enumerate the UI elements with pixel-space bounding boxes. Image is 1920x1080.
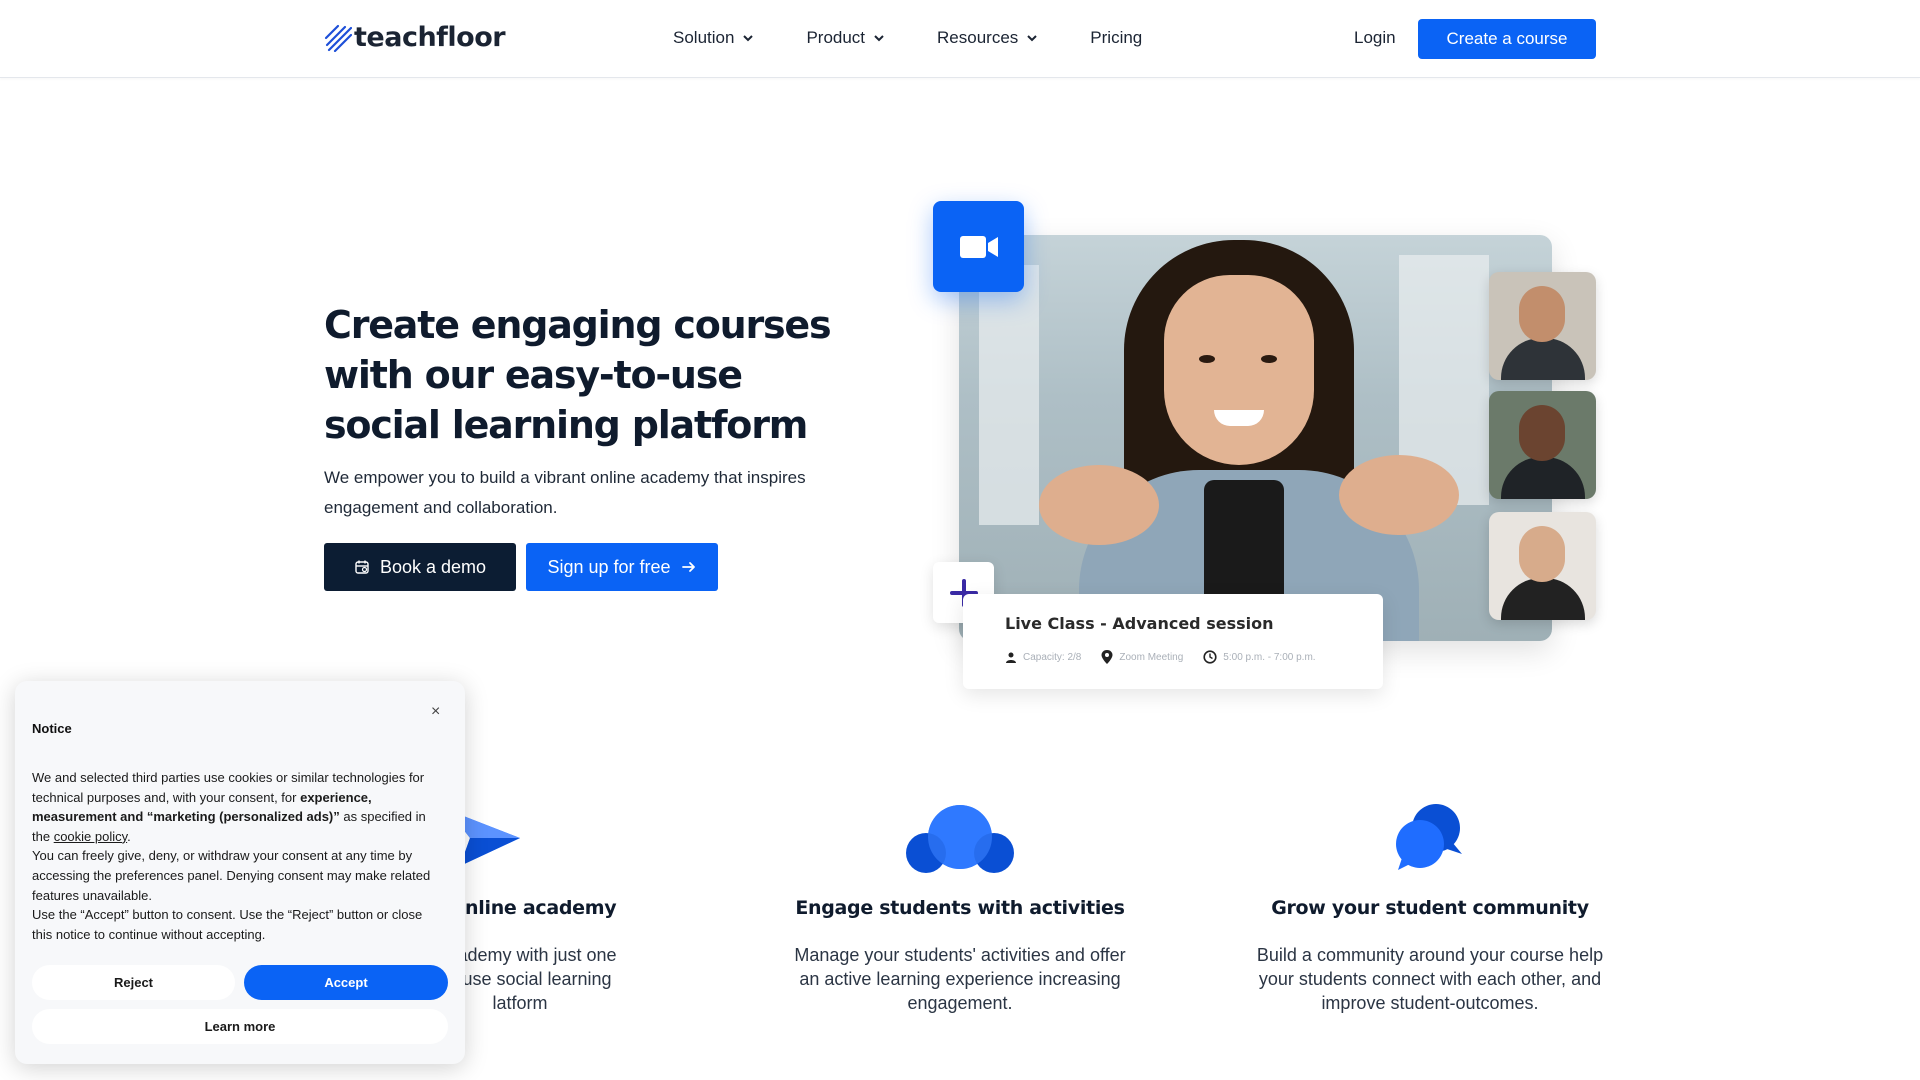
notice-text: You can freely give, deny, or withdraw y…: [32, 848, 431, 903]
nav-product[interactable]: Product: [806, 28, 885, 48]
nav-product-label: Product: [806, 28, 866, 47]
time-meta: 5:00 p.m. - 7:00 p.m.: [1203, 650, 1316, 664]
hero-subtitle-line: engagement and collaboration.: [324, 498, 558, 517]
nav-resources[interactable]: Resources: [937, 28, 1038, 48]
participant-body: [1501, 457, 1585, 499]
feature-description: Manage your students' activities and off…: [770, 943, 1150, 1015]
chevron-down-icon: [743, 35, 754, 42]
group-bubbles-icon: [906, 805, 1014, 873]
background-shelf: [979, 265, 1039, 525]
participant-thumbnail: [1489, 272, 1596, 380]
signup-label: Sign up for free: [547, 556, 671, 577]
book-demo-button[interactable]: Book a demo: [324, 543, 516, 591]
calendar-icon: [355, 560, 369, 574]
video-camera-icon: [959, 235, 998, 258]
feature-description-line: Manage your students' activities and off…: [794, 945, 1126, 965]
hero-title: Create engaging courses with our easy-to…: [324, 300, 844, 450]
participant-body: [1501, 338, 1585, 380]
chevron-down-icon: [1027, 35, 1038, 42]
nav-solution-label: Solution: [673, 28, 735, 47]
logo-text: teachfloor: [354, 22, 506, 53]
capacity-text: Capacity: 2/8: [1023, 651, 1082, 663]
participant-body: [1501, 578, 1585, 620]
participant-head: [1519, 526, 1565, 582]
hero-subtitle: We empower you to build a vibrant online…: [324, 463, 824, 523]
hero-title-line: with our easy-to-use: [324, 353, 743, 397]
notice-body: We and selected third parties use cookie…: [32, 768, 432, 944]
logo[interactable]: teachfloor: [324, 22, 506, 53]
participant-thumbnail: [1489, 512, 1596, 620]
hero-subtitle-line: We empower you to build a vibrant online…: [324, 468, 806, 487]
participant-head: [1519, 405, 1565, 461]
feature-description-line: improve student-outcomes.: [1321, 993, 1539, 1013]
presenter-face: [1164, 275, 1314, 465]
book-demo-label: Book a demo: [379, 556, 487, 577]
location-meta: Zoom Meeting: [1101, 650, 1183, 664]
main-nav: Solution Product Resources Pricing: [673, 28, 1142, 48]
notice-text: .: [127, 828, 131, 844]
user-icon: [1006, 652, 1016, 663]
feature-description-line: Build a community around your course hel…: [1256, 945, 1604, 965]
hero-title-line: Create engaging courses: [324, 303, 832, 347]
map-pin-icon: [1101, 650, 1113, 664]
video-call-image: [959, 235, 1552, 641]
cookie-notice: × Notice We and selected third parties u…: [15, 681, 465, 1064]
time-text: 5:00 p.m. - 7:00 p.m.: [1223, 651, 1316, 663]
create-course-button[interactable]: Create a course: [1418, 19, 1596, 59]
signup-button[interactable]: Sign up for free: [526, 543, 718, 591]
participant-head: [1519, 286, 1565, 342]
feature-description-line: your students connect with each other, a…: [1258, 969, 1602, 989]
notice-text: Use the “Accept” button to consent. Use …: [32, 907, 423, 942]
presenter-eye: [1261, 355, 1277, 363]
feature-title: Engage students with activities: [795, 897, 1125, 919]
reject-button[interactable]: Reject: [32, 965, 235, 1000]
hero-title-line: social learning platform: [324, 403, 808, 447]
presenter-hand: [1339, 455, 1459, 535]
capacity-meta: Capacity: 2/8: [1005, 651, 1081, 663]
chevron-down-icon: [874, 35, 884, 42]
cookie-policy-link[interactable]: cookie policy: [54, 829, 127, 844]
chat-bubbles-icon: [1396, 804, 1462, 870]
participant-thumbnail: [1489, 391, 1596, 499]
site-header: teachfloor Solution Product Resources Pr…: [0, 0, 1920, 78]
feature-description-line: engagement.: [907, 993, 1013, 1013]
clock-icon: [1203, 650, 1217, 664]
location-text: Zoom Meeting: [1119, 651, 1184, 663]
close-icon[interactable]: ×: [431, 703, 440, 721]
nav-pricing[interactable]: Pricing: [1090, 28, 1142, 48]
logo-stripes-icon: [324, 24, 352, 52]
presenter-eye: [1199, 355, 1215, 363]
notice-title: Notice: [32, 721, 72, 736]
feature-title: Grow your student community: [1271, 897, 1589, 919]
nav-resources-label: Resources: [937, 28, 1019, 47]
login-link[interactable]: Login: [1354, 28, 1396, 48]
live-class-title: Live Class - Advanced session: [1005, 614, 1274, 633]
accept-button[interactable]: Accept: [244, 965, 448, 1000]
presenter-hand: [1039, 465, 1159, 545]
nav-pricing-label: Pricing: [1090, 28, 1143, 47]
arrow-right-icon: [681, 562, 695, 572]
feature-description: Build a community around your course hel…: [1240, 943, 1620, 1015]
video-camera-tile: [933, 201, 1024, 292]
live-class-meta: Capacity: 2/8 Zoom Meeting 5:00 p.m. - 7…: [1005, 650, 1316, 664]
live-class-card: Live Class - Advanced session Capacity: …: [963, 594, 1383, 689]
nav-solution[interactable]: Solution: [673, 28, 754, 48]
learn-more-button[interactable]: Learn more: [32, 1009, 448, 1044]
feature-description-line: an active learning experience increasing: [799, 969, 1121, 989]
